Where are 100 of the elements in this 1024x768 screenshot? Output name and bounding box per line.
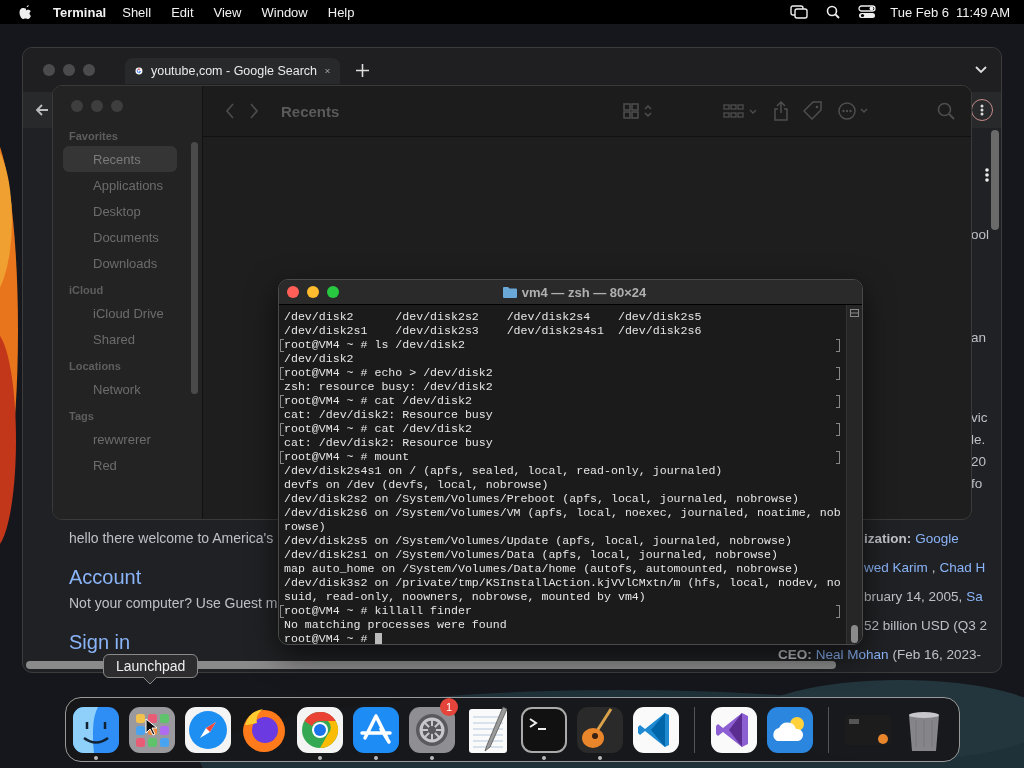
tooltip-pointer — [143, 677, 157, 685]
menu-bar-date[interactable]: Tue Feb 6 — [890, 4, 950, 20]
guitar-icon[interactable] — [574, 704, 625, 755]
sidebar-heading: Tags — [69, 410, 95, 422]
line-marker — [280, 339, 284, 352]
control-center-icon[interactable] — [858, 5, 877, 19]
line-marker — [280, 605, 284, 618]
line-marker — [280, 367, 284, 380]
line-marker — [280, 451, 284, 464]
sidebar-heading: iCloud — [69, 284, 105, 296]
page-text: hello there welcome to America's — [69, 530, 274, 546]
close-icon[interactable] — [325, 66, 330, 76]
page-text: an — [971, 329, 988, 347]
smiley-icon[interactable] — [70, 704, 121, 755]
terminal-line: /dev/disk2s4s1 on / (apfs, sealed, local, read-only, journaled) — [284, 464, 723, 478]
terminal-line: map auto_home on /System/Volumes/Data/home (autofs, automounted, nobrowse) — [284, 562, 799, 576]
terminal-line: /dev/disk2 /dev/disk2s2 /dev/disk2s4 /dev/disk2s5 — [284, 310, 702, 324]
new-tab-icon[interactable] — [356, 63, 369, 77]
terminal-icon[interactable] — [518, 704, 569, 755]
text-cursor — [374, 632, 382, 644]
scroll-thumb[interactable] — [851, 625, 858, 643]
line-marker — [836, 395, 840, 408]
infobox-text: bruary 14, 2005, — [864, 589, 963, 604]
more-icon[interactable] — [985, 168, 989, 182]
terminal-line: /dev/disk2s2 on /System/Volumes/Preboot (apfs, local, journaled, nobrowse) — [284, 492, 799, 506]
terminal-line: root@VM4 ~ # mount — [284, 450, 410, 464]
menu-item[interactable]: Window — [261, 4, 308, 20]
infobox-text: ization: — [864, 531, 912, 546]
page-text: le. — [971, 431, 987, 449]
terminal-line: /dev/disk3s2 on /private/tmp/KSInstallAction.kjVVlCMxtn/m (hfs, local, nodev, no — [284, 576, 841, 590]
terminal-line: /dev/disk2s6 on /System/Volumes/VM (apfs, local, noexec, journaled, noatime, nob — [284, 506, 841, 520]
cloud-sun-icon[interactable] — [764, 704, 815, 755]
browser-tab[interactable]: youtube,com - Google Search — [125, 58, 340, 84]
menu-item[interactable]: Shell — [122, 4, 152, 20]
apple-icon[interactable] — [19, 4, 33, 20]
window-title: vm4 — zsh — 80×24 — [521, 284, 647, 300]
terminal-line: devfs on /dev (devfs, local, nobrowse) — [284, 478, 549, 492]
infobox-text: , — [931, 560, 936, 575]
menu-item[interactable]: View — [213, 4, 242, 20]
scrollbar[interactable] — [846, 305, 862, 644]
section-heading-link[interactable]: Account — [69, 566, 142, 589]
app-menu[interactable]: Terminal — [53, 4, 107, 20]
line-marker — [836, 339, 840, 352]
more-icon[interactable] — [980, 104, 984, 116]
page-text: 20 — [971, 453, 988, 471]
code-editor-icon[interactable] — [630, 704, 681, 755]
code-editor-icon[interactable] — [708, 704, 759, 755]
app-grid-icon[interactable] — [126, 704, 177, 755]
infobox-text: 52 billion USD (Q3 2 — [864, 618, 988, 633]
terminal-line: /dev/disk2s5 on /System/Volumes/Update (apfs, local, journaled, nobrowse) — [284, 534, 792, 548]
search-icon[interactable] — [826, 5, 841, 19]
infobox-text: CEO: — [778, 647, 812, 662]
window-control-button[interactable] — [327, 286, 339, 298]
compass-icon[interactable] — [182, 704, 233, 755]
line-marker — [280, 423, 284, 436]
terminal-line: cat: /dev/disk2: Resource busy — [284, 436, 493, 450]
link[interactable]: Google — [915, 531, 959, 546]
line-marker — [836, 367, 840, 380]
terminal-line: /dev/disk2s1 /dev/disk2s3 /dev/disk2s4s1 /dev/disk2s6 — [284, 324, 702, 338]
terminal-line: root@VM4 ~ # cat /dev/disk2 — [284, 394, 472, 408]
page-text: vic — [971, 409, 989, 427]
terminal-line: cat: /dev/disk2: Resource busy — [284, 408, 493, 422]
line-marker — [836, 605, 840, 618]
terminal-line: /dev/disk2 — [284, 352, 354, 366]
terminal-line: root@VM4 ~ # cat /dev/disk2 — [284, 422, 472, 436]
line-marker — [836, 451, 840, 464]
gear-icon[interactable] — [406, 704, 457, 755]
ring-icon[interactable] — [294, 704, 345, 755]
cursor-icon — [145, 718, 157, 736]
split-pane-icon[interactable] — [850, 309, 859, 317]
window-control-button[interactable] — [287, 286, 299, 298]
terminal-line: /dev/disk2s1 on /System/Volumes/Data (apfs, local, journaled, nobrowse) — [284, 548, 778, 562]
page-text: fo — [971, 475, 984, 493]
folder-icon — [502, 286, 517, 298]
link[interactable]: wed Karim — [864, 560, 928, 575]
terminal-line: No matching processes were found — [284, 618, 507, 632]
menu-bar-time[interactable]: 11:49 AM — [956, 4, 1010, 20]
infobox-text: (Feb 16, 2023- — [892, 647, 982, 662]
scrollbar[interactable] — [191, 142, 198, 394]
terminal-line: suid, read-only, noowners, nobrowse, mounted by vm4) — [284, 590, 646, 604]
sidebar-heading: Locations — [69, 360, 122, 372]
menu-item[interactable]: Help — [327, 4, 355, 20]
screen-mirroring-icon[interactable] — [790, 5, 809, 19]
pencil-strokes-icon[interactable] — [350, 704, 401, 755]
menu-item[interactable]: Edit — [171, 4, 194, 20]
terminal-line: root@VM4 ~ # killall finder — [284, 604, 472, 618]
scrollbar[interactable] — [991, 130, 999, 230]
section-heading-link[interactable]: Sign in — [69, 631, 131, 654]
window-control-button[interactable] — [307, 286, 319, 298]
terminal-line: zsh: resource busy: /dev/disk2 — [284, 380, 493, 394]
link[interactable]: Neal Mohan — [815, 647, 889, 662]
back-arrow-icon[interactable] — [35, 103, 49, 117]
chevron-down-icon[interactable] — [975, 66, 987, 74]
terminal-line: root@VM4 ~ # — [284, 632, 368, 644]
link[interactable]: Chad H — [939, 560, 986, 575]
line-marker — [280, 395, 284, 408]
page-text: ool — [971, 226, 990, 244]
line-marker — [836, 423, 840, 436]
sidebar-heading: Favorites — [69, 130, 119, 142]
link[interactable]: Sa — [966, 589, 983, 604]
